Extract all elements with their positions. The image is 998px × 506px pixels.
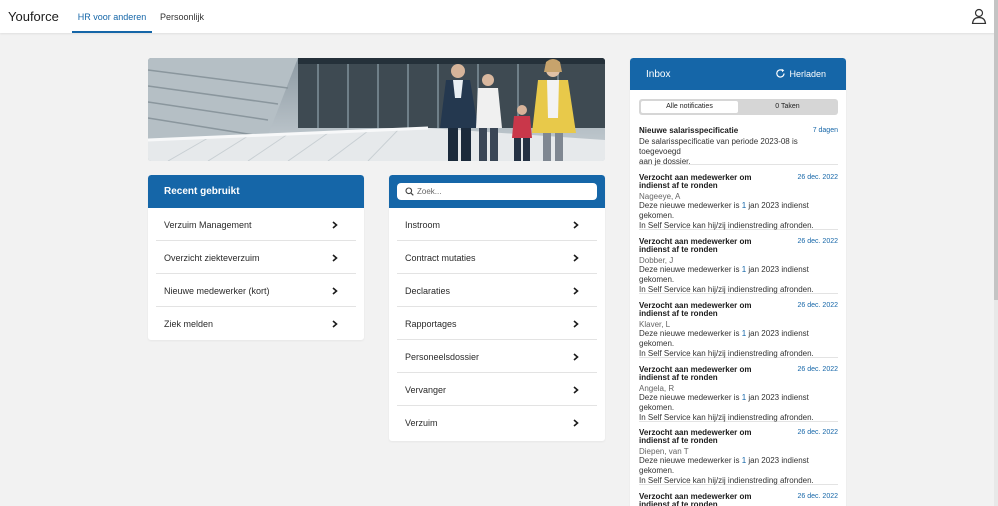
chevron-right-icon xyxy=(332,320,338,328)
notification-title: Verzocht aan medewerker om indienst af t… xyxy=(639,301,752,318)
recent-header: Recent gebruikt xyxy=(148,175,364,208)
notification-text: In Self Service kan hij/zij indienstredi… xyxy=(639,221,814,230)
notification-item[interactable]: Nieuwe salarisspecificatie 7 dagen De sa… xyxy=(639,126,838,166)
employee-name: Angela, R xyxy=(639,384,675,393)
menu-item-vervanger[interactable]: Vervanger xyxy=(397,373,597,406)
menu-item-verzuim[interactable]: Verzuim xyxy=(397,406,597,439)
chevron-right-icon xyxy=(332,221,338,229)
notification-item[interactable]: Verzocht aan medewerker om indienst af t… xyxy=(639,238,838,294)
chevron-right-icon xyxy=(573,386,579,394)
notification-date: 26 dec. 2022 xyxy=(797,238,838,245)
notification-item[interactable]: Verzocht aan medewerker om indienst af t… xyxy=(639,366,838,422)
menu-panel: Instroom Contract mutaties Declaraties R… xyxy=(389,175,605,441)
notification-date: 7 dagen xyxy=(812,127,838,134)
notification-item[interactable]: Verzocht aan medewerker om indienst af t… xyxy=(639,429,838,485)
menu-item-label: Personeelsdossier xyxy=(405,352,480,362)
recent-item-label: Verzuim Management xyxy=(164,220,252,230)
tab-persoonlijk[interactable]: Persoonlijk xyxy=(160,12,204,33)
scrollbar-thumb[interactable] xyxy=(994,0,998,300)
notification-text: Deze nieuwe medewerker is 1 jan 2023 ind… xyxy=(639,329,809,348)
notification-date: 26 dec. 2022 xyxy=(797,493,838,500)
notification-title: Verzocht aan medewerker om indienst af t… xyxy=(639,237,752,254)
menu-item-label: Instroom xyxy=(405,220,441,230)
notification-text: In Self Service kan hij/zij indienstredi… xyxy=(639,285,814,294)
notification-text: Deze nieuwe medewerker is 1 jan 2023 ind… xyxy=(639,265,809,284)
menu-item-label: Vervanger xyxy=(405,385,447,395)
menu-item-personeelsdossier[interactable]: Personeelsdossier xyxy=(397,340,597,373)
inbox-filter-toggle: Alle notificaties 0 Taken xyxy=(639,99,838,115)
notification-item[interactable]: Verzocht aan medewerker om indienst af t… xyxy=(639,493,838,506)
notification-title: Verzocht aan medewerker om indienst af t… xyxy=(639,492,752,506)
user-icon[interactable] xyxy=(971,8,987,24)
app-logo[interactable]: Youforce xyxy=(8,9,59,24)
notification-date: 26 dec. 2022 xyxy=(797,429,838,436)
notification-text: In Self Service kan hij/zij indienstredi… xyxy=(639,476,814,485)
reload-icon xyxy=(776,68,786,78)
employee-name: Dobber, J xyxy=(639,256,674,265)
menu-item-label: Contract mutaties xyxy=(405,253,476,263)
search-input[interactable] xyxy=(417,185,587,198)
recent-item-verzuim-management[interactable]: Verzuim Management xyxy=(156,208,356,241)
hero-image xyxy=(148,58,605,161)
tab-taken[interactable]: 0 Taken xyxy=(739,101,836,113)
chevron-right-icon xyxy=(573,353,579,361)
menu-item-declaraties[interactable]: Declaraties xyxy=(397,274,597,307)
notification-item[interactable]: Verzocht aan medewerker om indienst af t… xyxy=(639,302,838,358)
recent-item-overzicht-ziekteverzuim[interactable]: Overzicht ziekteverzuim xyxy=(156,241,356,274)
notification-item[interactable]: Verzocht aan medewerker om indienst af t… xyxy=(639,174,838,230)
menu-item-contract-mutaties[interactable]: Contract mutaties xyxy=(397,241,597,274)
search-icon xyxy=(405,187,414,196)
menu-item-rapportages[interactable]: Rapportages xyxy=(397,307,597,340)
notification-title: Verzocht aan medewerker om indienst af t… xyxy=(639,428,752,445)
chevron-right-icon xyxy=(332,254,338,262)
notification-text: In Self Service kan hij/zij indienstredi… xyxy=(639,413,814,422)
chevron-right-icon xyxy=(332,287,338,295)
recent-item-label: Overzicht ziekteverzuim xyxy=(164,253,260,263)
search-box[interactable] xyxy=(397,183,597,200)
inbox-title: Inbox xyxy=(646,69,671,80)
page-scrollbar[interactable] xyxy=(994,0,998,506)
chevron-right-icon xyxy=(573,287,579,295)
chevron-right-icon xyxy=(573,221,579,229)
menu-item-label: Declaraties xyxy=(405,286,451,296)
notification-date: 26 dec. 2022 xyxy=(797,366,838,373)
employee-name: Klaver, L xyxy=(639,320,671,329)
notification-text: In Self Service kan hij/zij indienstredi… xyxy=(639,349,814,358)
tab-hr-voor-anderen[interactable]: HR voor anderen xyxy=(72,12,152,33)
notification-title: Nieuwe salarisspecificatie xyxy=(639,126,739,135)
chevron-right-icon xyxy=(573,254,579,262)
notification-text: aan je dossier. xyxy=(639,157,691,166)
reload-button[interactable]: Herladen xyxy=(776,68,826,79)
inbox-panel: Inbox Herladen Alle notificaties 0 Taken… xyxy=(630,58,846,506)
chevron-right-icon xyxy=(573,320,579,328)
recent-item-nieuwe-medewerker[interactable]: Nieuwe medewerker (kort) xyxy=(156,274,356,307)
notification-title: Verzocht aan medewerker om indienst af t… xyxy=(639,365,752,382)
tab-alle-notificaties[interactable]: Alle notificaties xyxy=(641,101,738,113)
notification-date: 26 dec. 2022 xyxy=(797,174,838,181)
inbox-header: Inbox Herladen xyxy=(630,58,846,90)
reload-label: Herladen xyxy=(789,69,826,79)
recent-item-label: Ziek melden xyxy=(164,319,214,329)
menu-item-instroom[interactable]: Instroom xyxy=(397,208,597,241)
notification-title: Verzocht aan medewerker om indienst af t… xyxy=(639,173,752,190)
notification-date: 26 dec. 2022 xyxy=(797,302,838,309)
recent-title: Recent gebruikt xyxy=(164,186,240,197)
notification-text: Deze nieuwe medewerker is 1 jan 2023 ind… xyxy=(639,393,809,412)
recent-item-label: Nieuwe medewerker (kort) xyxy=(164,286,270,296)
menu-item-label: Verzuim xyxy=(405,418,438,428)
notification-text: De salarisspecificatie van periode 2023-… xyxy=(639,137,798,156)
recent-item-ziek-melden[interactable]: Ziek melden xyxy=(156,307,356,340)
menu-item-label: Rapportages xyxy=(405,319,457,329)
employee-name: Nageeye, A xyxy=(639,192,681,201)
top-bar: Youforce HR voor anderen Persoonlijk xyxy=(0,0,998,33)
notification-text: Deze nieuwe medewerker is 1 jan 2023 ind… xyxy=(639,456,809,475)
recent-panel: Recent gebruikt Verzuim Management Overz… xyxy=(148,175,364,340)
employee-name: Diepen, van T xyxy=(639,447,689,456)
notification-text: Deze nieuwe medewerker is 1 jan 2023 ind… xyxy=(639,201,809,220)
menu-header xyxy=(389,175,605,208)
chevron-right-icon xyxy=(573,419,579,427)
